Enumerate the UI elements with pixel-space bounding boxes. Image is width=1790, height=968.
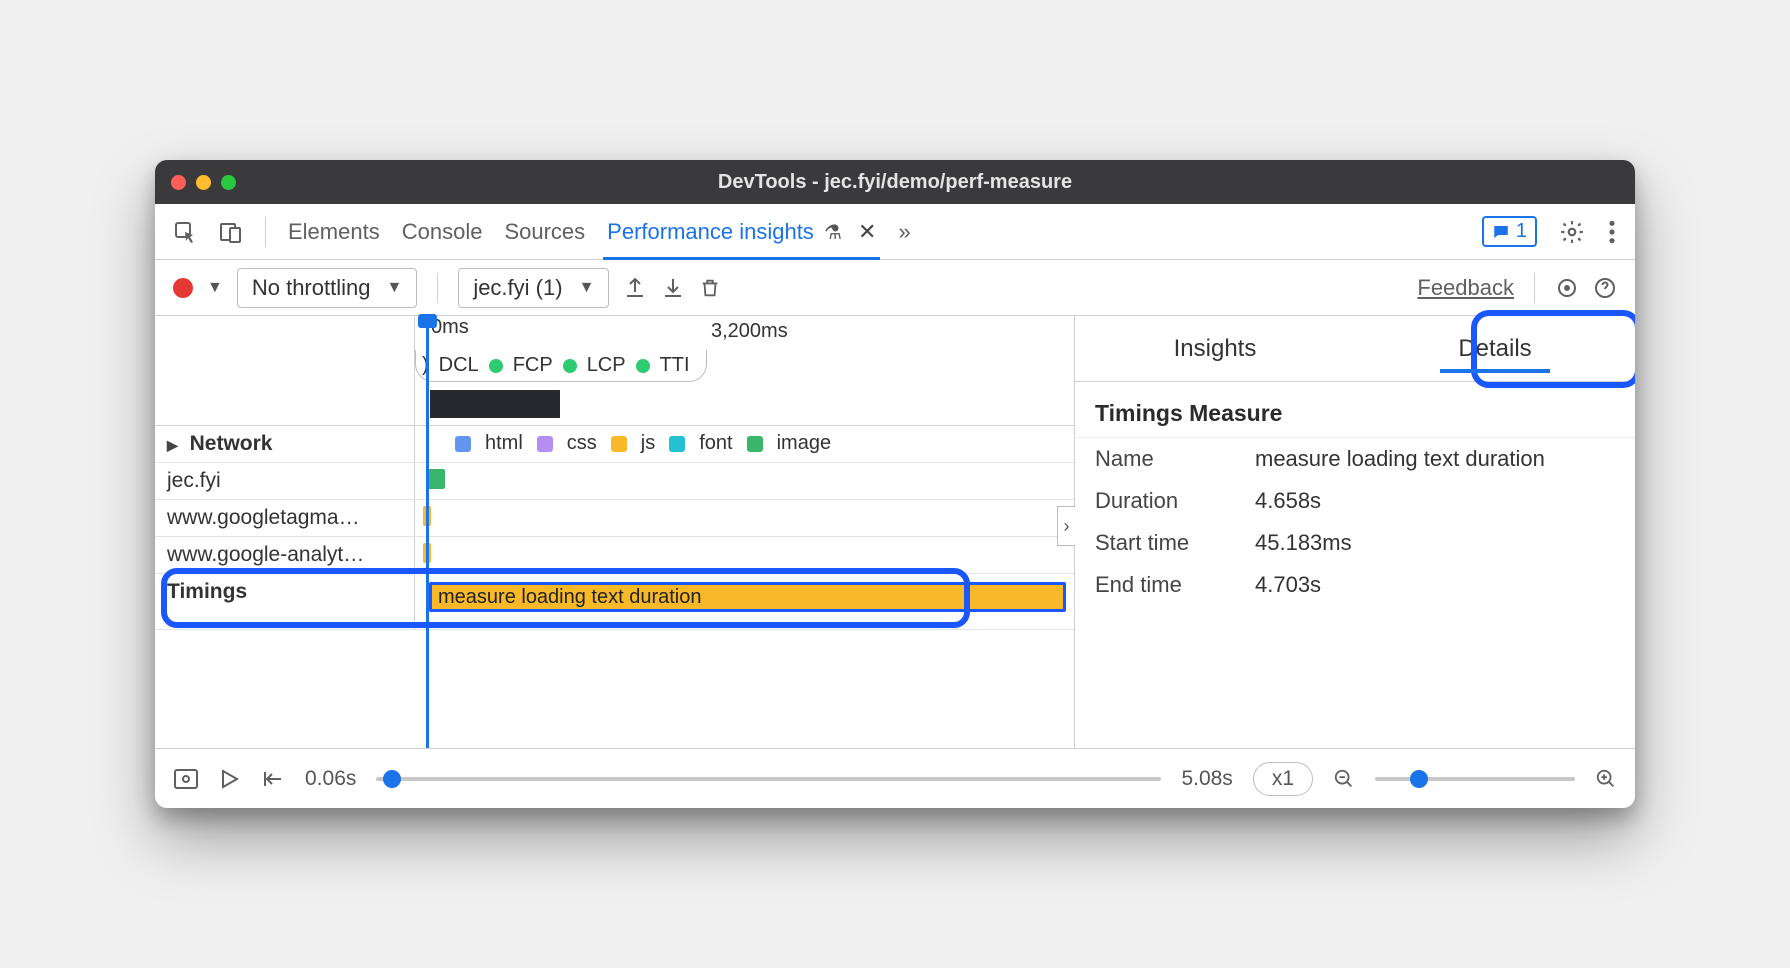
network-host-label: jec.fyi [155,463,415,499]
main-area: 0ms 3,200ms ) DCL FCP LCP TTI ▶ [155,316,1635,748]
swatch-font-icon [669,436,685,452]
swatch-image-icon [747,436,763,452]
minimize-window-button[interactable] [196,175,211,190]
network-row[interactable]: jec.fyi [155,463,1074,500]
titlebar: DevTools - jec.fyi/demo/perf-measure [155,160,1635,204]
playback-slider[interactable] [376,777,1161,781]
playback-start-time: 0.06s [305,767,356,791]
import-icon[interactable] [661,276,685,300]
swatch-html-icon [455,436,471,452]
delete-icon[interactable] [699,276,721,300]
details-title: Timings Measure [1075,382,1635,438]
disclosure-triangle-icon[interactable]: ▶ [167,437,178,454]
tab-details[interactable]: Details [1355,316,1635,381]
fcp-dot-icon [489,359,503,373]
experiment-icon: ⚗ [824,222,842,244]
feedback-link[interactable]: Feedback [1417,275,1514,301]
divider [437,273,438,303]
traffic-lights [171,175,236,190]
throttling-value: No throttling [252,275,371,301]
metric-fcp: FCP [513,354,553,377]
tab-sources[interactable]: Sources [504,219,585,245]
network-header-row: ▶ Network html css js font image [155,426,1074,463]
detail-row: Namemeasure loading text duration [1075,438,1635,480]
zoom-slider[interactable] [1375,777,1575,781]
recording-value: jec.fyi (1) [473,275,562,301]
rewind-icon[interactable] [259,768,285,790]
network-legend: html css js font image [415,426,1074,461]
metric-tti: TTI [660,354,690,377]
messages-count: 1 [1516,220,1527,243]
slider-thumb[interactable] [383,770,401,788]
playhead[interactable] [426,316,429,748]
recording-select[interactable]: jec.fyi (1) ▼ [458,268,609,308]
detail-row: Start time45.183ms [1075,522,1635,564]
timings-section-label[interactable]: Timings [155,574,415,629]
chevron-down-icon: ▼ [386,279,402,297]
timeline-pane[interactable]: 0ms 3,200ms ) DCL FCP LCP TTI ▶ [155,316,1075,748]
divider [265,217,266,247]
devtools-window: DevTools - jec.fyi/demo/perf-measure Ele… [155,160,1635,808]
preview-toggle-icon[interactable] [173,768,199,790]
right-pane-tabs: Insights Details [1075,316,1635,382]
tab-insights[interactable]: Insights [1075,316,1355,381]
timeline-tick: 3,200ms [711,320,788,343]
network-host-label: www.google-analyt… [155,537,415,573]
tab-label: Performance insights [607,219,814,244]
device-toggle-icon[interactable] [219,220,243,244]
details-pane: Insights Details Timings Measure Namemea… [1075,316,1635,748]
overview-bar [430,390,560,418]
playback-bar: 0.06s 5.08s x1 [155,748,1635,808]
slider-thumb[interactable] [1410,770,1428,788]
panel-settings-icon[interactable] [1555,276,1579,300]
window-title: DevTools - jec.fyi/demo/perf-measure [155,171,1635,194]
close-tab-icon[interactable]: ✕ [858,219,876,244]
metric-lcp: LCP [587,354,626,377]
inspect-icon[interactable] [173,220,197,244]
detail-row: End time4.703s [1075,564,1635,606]
help-icon[interactable] [1593,276,1617,300]
network-host-label: www.googletagma… [155,500,415,536]
settings-icon[interactable] [1559,219,1585,245]
timing-measure-bar[interactable]: measure loading text duration [429,582,1066,612]
tti-dot-icon [636,359,650,373]
network-row[interactable]: www.googletagma… [155,500,1074,537]
timeline-header: 0ms 3,200ms ) DCL FCP LCP TTI [155,316,1074,426]
playback-end-time: 5.08s [1181,767,1232,791]
insights-toolbar: ▼ No throttling ▼ jec.fyi (1) ▼ Feedback [155,260,1635,316]
playback-speed[interactable]: x1 [1253,762,1313,796]
lcp-dot-icon [563,359,577,373]
panel-tabs: Elements Console Sources Performance ins… [155,204,1635,260]
more-tabs-button[interactable]: » [898,219,910,245]
record-menu-caret[interactable]: ▼ [207,279,223,297]
tab-performance-insights[interactable]: Performance insights ⚗ ✕ [607,219,876,245]
detail-row: Duration4.658s [1075,480,1635,522]
chevron-down-icon: ▼ [579,279,595,297]
divider [1534,273,1535,303]
play-icon[interactable] [219,768,239,790]
export-icon[interactable] [623,276,647,300]
network-section-label[interactable]: ▶ Network [155,426,415,462]
metrics-pill[interactable]: ) DCL FCP LCP TTI [415,350,707,382]
throttling-select[interactable]: No throttling ▼ [237,268,417,308]
expand-sidebar-handle[interactable]: › [1057,506,1075,546]
swatch-css-icon [537,436,553,452]
swatch-js-icon [611,436,627,452]
tab-elements[interactable]: Elements [288,219,380,245]
metric-dcl: DCL [439,354,479,377]
zoom-out-icon[interactable] [1333,768,1355,790]
messages-badge[interactable]: 1 [1482,216,1537,247]
close-window-button[interactable] [171,175,186,190]
network-bar[interactable] [427,469,445,489]
maximize-window-button[interactable] [221,175,236,190]
network-row[interactable]: www.google-analyt… [155,537,1074,574]
zoom-in-icon[interactable] [1595,768,1617,790]
record-button[interactable] [173,278,193,298]
timings-row[interactable]: Timings measure loading text duration [155,574,1074,630]
tab-console[interactable]: Console [402,219,483,245]
kebab-menu-icon[interactable] [1607,219,1617,245]
